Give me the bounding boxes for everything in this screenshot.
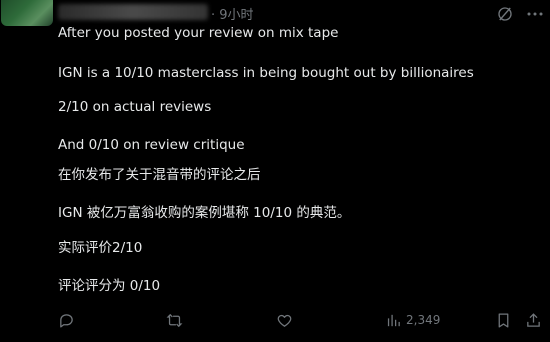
reply-icon (60, 313, 73, 328)
bookmark-button[interactable] (495, 309, 512, 331)
tweet-text-line: 实际评价2/10 (58, 240, 143, 256)
tweet[interactable]: · 9小时 After you posted your review on mi… (0, 0, 550, 342)
tweet-text-line: And 0/10 on review critique (58, 137, 245, 153)
share-button[interactable] (525, 309, 542, 331)
timestamp[interactable]: · 9小时 (211, 4, 254, 23)
author-name-redacted[interactable] (58, 4, 208, 20)
tweet-text-line: 评论评分为 0/10 (58, 278, 161, 294)
tweet-text-line: IGN 被亿万富翁收购的案例堪称 10/10 的典范。 (58, 205, 351, 221)
share-icon (527, 312, 540, 327)
bookmark-icon (498, 312, 509, 328)
retweet-button[interactable] (166, 309, 183, 331)
tweet-text-line: 在你发布了关于混音带的评论之后 (58, 167, 261, 183)
reply-button[interactable] (58, 309, 75, 331)
like-button[interactable] (276, 309, 293, 331)
views-icon (387, 314, 400, 326)
retweet-icon (166, 313, 183, 327)
action-bar: 2,349 (0, 309, 550, 333)
grok-icon[interactable] (496, 5, 514, 23)
more-icon[interactable] (526, 7, 544, 21)
heart-icon (277, 314, 292, 327)
tweet-text-line: After you posted your review on mix tape (58, 25, 339, 41)
tweet-text-line: IGN is a 10/10 masterclass in being boug… (58, 65, 474, 81)
tweet-text-line: 2/10 on actual reviews (58, 99, 212, 115)
views-count: 2,349 (406, 313, 441, 327)
avatar[interactable] (1, 0, 53, 26)
views-button[interactable]: 2,349 (385, 309, 440, 331)
